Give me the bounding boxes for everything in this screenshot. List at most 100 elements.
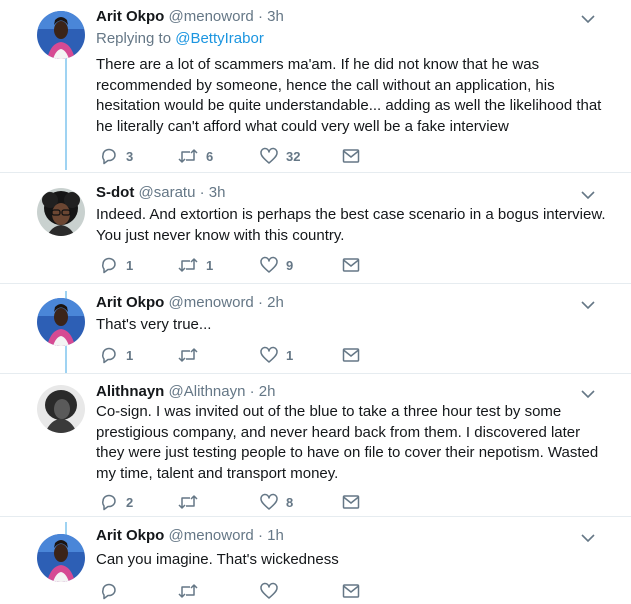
like-icon <box>260 256 278 273</box>
reply-button[interactable]: 3 <box>100 146 133 166</box>
divider <box>0 283 631 284</box>
caret-down-icon[interactable] <box>580 13 596 25</box>
retweet-button[interactable]: 6 <box>178 146 213 166</box>
author-name[interactable]: S-dot <box>96 184 134 201</box>
separator-dot: · <box>199 184 205 201</box>
author-handle[interactable]: @Alithnayn <box>169 383 246 400</box>
like-count: 1 <box>286 347 294 363</box>
tweet-header: Alithnayn @Alithnayn · 2h <box>96 382 275 402</box>
author-handle[interactable]: @saratu <box>139 184 196 201</box>
tweet-actions: 1 1 <box>96 345 376 365</box>
replying-to-link[interactable]: @BettyIrabor <box>175 30 264 47</box>
tweet-actions: 2 8 <box>96 492 376 512</box>
retweet-button[interactable]: 1 <box>178 255 213 275</box>
reply-count: 2 <box>126 494 134 510</box>
like-count: 9 <box>286 257 294 273</box>
reply-icon <box>102 583 116 600</box>
retweet-icon <box>178 348 198 362</box>
like-icon <box>260 147 278 164</box>
tweet-text: Co-sign. I was invited out of the blue t… <box>96 403 599 482</box>
reply-button[interactable] <box>100 581 126 601</box>
direct-message-icon <box>342 348 360 362</box>
author-handle[interactable]: @menoword <box>169 527 254 544</box>
like-count: 8 <box>286 494 294 510</box>
like-button[interactable]: 1 <box>260 345 293 365</box>
tweet-header: Arit Okpo @menoword · 2h <box>96 293 284 313</box>
direct-message-button[interactable] <box>342 146 360 166</box>
like-icon <box>260 346 278 363</box>
divider <box>0 516 631 517</box>
reply-button[interactable]: 1 <box>100 255 133 275</box>
like-button[interactable]: 32 <box>260 146 300 166</box>
avatar[interactable] <box>37 298 85 346</box>
avatar[interactable] <box>37 11 85 59</box>
caret-down-icon[interactable] <box>580 299 596 311</box>
caret-down-icon[interactable] <box>580 532 596 544</box>
retweet-icon <box>178 258 198 272</box>
reply-count: 1 <box>126 257 134 273</box>
like-icon <box>260 582 278 599</box>
author-handle[interactable]: @menoword <box>169 8 254 25</box>
tweet[interactable]: Arit Okpo @menoword · 1h Can you imagine… <box>0 526 631 604</box>
avatar[interactable] <box>37 385 85 433</box>
tweet[interactable]: Alithnayn @Alithnayn · 2h Co-sign. I was… <box>0 382 631 516</box>
like-button[interactable]: 8 <box>260 492 293 512</box>
reply-icon <box>102 257 116 274</box>
like-button[interactable]: 9 <box>260 255 293 275</box>
reply-icon <box>102 494 116 511</box>
tweet-header: S-dot @saratu · 3h <box>96 183 225 203</box>
tweet-actions <box>96 581 376 601</box>
divider <box>0 172 631 173</box>
like-button[interactable] <box>260 581 286 601</box>
author-name[interactable]: Arit Okpo <box>96 294 164 311</box>
direct-message-button[interactable] <box>342 581 360 601</box>
tweet-header: Arit Okpo @menoword · 3h <box>96 7 284 27</box>
reply-count: 3 <box>126 148 134 164</box>
avatar[interactable] <box>37 188 85 236</box>
reply-button[interactable]: 1 <box>100 345 133 365</box>
tweet-time[interactable]: 1h <box>267 527 284 544</box>
caret-down-icon[interactable] <box>580 189 596 201</box>
tweet[interactable]: Arit Okpo @menoword · 2h That's very tru… <box>0 293 631 373</box>
tweet-text: There are a lot of scammers ma'am. If he… <box>96 56 602 135</box>
separator-dot: · <box>257 8 263 25</box>
tweet-time[interactable]: 3h <box>267 8 284 25</box>
retweet-icon <box>178 149 198 163</box>
separator-dot: · <box>249 383 255 400</box>
author-name[interactable]: Arit Okpo <box>96 527 164 544</box>
replying-to: Replying to @BettyIrabor <box>96 29 264 49</box>
direct-message-icon <box>342 258 360 272</box>
avatar[interactable] <box>37 534 85 582</box>
retweet-icon <box>178 584 198 598</box>
reply-button[interactable]: 2 <box>100 492 133 512</box>
author-name[interactable]: Arit Okpo <box>96 8 164 25</box>
separator-dot: · <box>257 294 263 311</box>
tweet-actions: 1 1 9 <box>96 255 376 275</box>
reply-icon <box>102 148 116 165</box>
tweet-time[interactable]: 2h <box>259 383 276 400</box>
retweet-button[interactable] <box>178 492 206 512</box>
tweet-text: Indeed. And extortion is perhaps the bes… <box>96 206 606 244</box>
retweet-count: 6 <box>206 148 214 164</box>
author-handle[interactable]: @menoword <box>169 294 254 311</box>
like-icon <box>260 493 278 510</box>
tweet[interactable]: S-dot @saratu · 3h Indeed. And extortion… <box>0 183 631 283</box>
retweet-button[interactable] <box>178 581 206 601</box>
tweet-time[interactable]: 2h <box>267 294 284 311</box>
direct-message-button[interactable] <box>342 345 360 365</box>
tweet-text: That's very true... <box>96 316 212 333</box>
author-name[interactable]: Alithnayn <box>96 383 164 400</box>
caret-down-icon[interactable] <box>580 388 596 400</box>
divider <box>0 373 631 374</box>
tweet[interactable]: Arit Okpo @menoword · 3h Replying to @Be… <box>0 7 631 172</box>
reply-icon <box>102 347 116 364</box>
direct-message-button[interactable] <box>342 492 360 512</box>
tweet-time[interactable]: 3h <box>209 184 226 201</box>
tweet-actions: 3 6 32 <box>96 146 376 166</box>
like-count: 32 <box>286 148 301 164</box>
replying-to-label: Replying to <box>96 30 172 47</box>
tweet-text: Can you imagine. That's wickedness <box>96 551 339 568</box>
retweet-icon <box>178 495 198 509</box>
retweet-button[interactable] <box>178 345 206 365</box>
direct-message-button[interactable] <box>342 255 360 275</box>
